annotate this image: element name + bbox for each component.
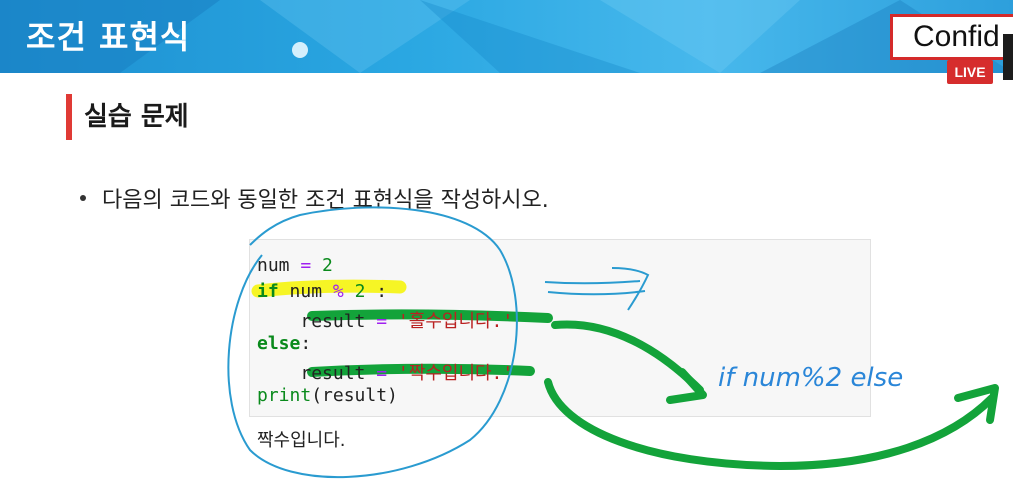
blue-arrow-icon — [611, 267, 650, 311]
green-curve-line — [544, 378, 996, 471]
blue-line-1 — [544, 280, 641, 285]
pen-annotation-layer — [227, 206, 999, 479]
green-arrowhead-icon — [666, 368, 707, 404]
green-arrow-line — [551, 320, 704, 394]
handwritten-annotation: if num%2 else — [718, 363, 904, 393]
circle-annotation — [227, 206, 518, 479]
blue-line-2 — [547, 290, 646, 296]
